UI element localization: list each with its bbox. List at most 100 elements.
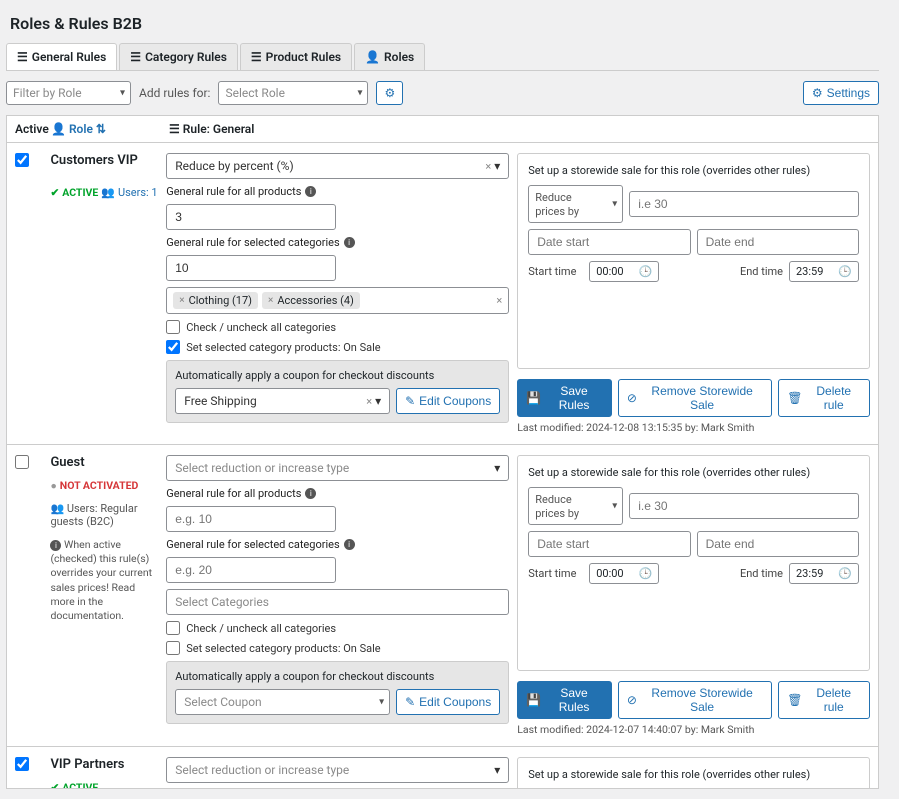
time-value: 00:00 (596, 567, 623, 580)
remove-sale-button[interactable]: ⊘Remove Storewide Sale (618, 681, 772, 719)
remove-tag-icon[interactable]: × (268, 295, 273, 306)
check-all-checkbox[interactable] (166, 621, 180, 635)
all-products-input[interactable] (166, 204, 336, 230)
date-end-input[interactable] (697, 229, 859, 255)
user-icon: 👤 (365, 50, 380, 64)
onsale-line[interactable]: Set selected category products: On Sale (166, 641, 509, 655)
save-button[interactable]: 💾Save Rules (517, 681, 612, 719)
edit-coupons-button[interactable]: ✎ Edit Coupons (396, 689, 500, 715)
active-checkbox[interactable] (15, 757, 29, 771)
clock-icon: 🕒 (838, 567, 852, 580)
reduction-type-select[interactable]: Select reduction or increase type ▾ (166, 757, 509, 783)
status-active: ✔ ACTIVE (50, 781, 98, 789)
label-general-all: General rule for all products i (166, 185, 509, 198)
coupon-value: Free Shipping (184, 394, 257, 408)
col-role-header[interactable]: 👤 Role ⇅ (51, 122, 161, 136)
tab-product[interactable]: ☰ Product Rules (240, 43, 352, 70)
active-checkbox[interactable] (15, 455, 29, 469)
chevron-down-icon: ▾ (375, 394, 381, 408)
add-rule-button[interactable]: ⚙ (376, 81, 403, 105)
edit-coupons-button[interactable]: ✎ Edit Coupons (396, 388, 500, 414)
onsale-line[interactable]: Set selected category products: On Sale (166, 340, 509, 354)
users-sub-label: Users: Regular guests (B2C) (50, 502, 137, 528)
categories-field[interactable]: ×Clothing (17) ×Accessories (4) × (166, 287, 509, 314)
onsale-label: Set selected category products: On Sale (186, 341, 380, 354)
clear-icon[interactable]: × (496, 294, 502, 307)
gear-icon: ⚙ (812, 86, 823, 100)
check-all-line[interactable]: Check / uncheck all categories (166, 320, 509, 334)
info-icon[interactable]: i (344, 237, 355, 248)
check-circle-icon: ✔ (50, 186, 59, 199)
coupon-select[interactable]: Free Shipping × ▾ (175, 388, 390, 414)
clear-icon[interactable]: × (366, 395, 372, 408)
amount-input[interactable] (629, 493, 859, 519)
rule-row: Guest ● NOT ACTIVATED 👥 Users: Regular g… (6, 445, 879, 747)
users-label: Users: 1 (118, 186, 158, 199)
label-text: General rule for selected categories (166, 538, 339, 551)
storewide-panel: Set up a storewide sale for this role (o… (517, 757, 870, 789)
reduction-type-select[interactable]: Select reduction or increase type ▾ (166, 455, 509, 481)
onsale-checkbox[interactable] (166, 340, 180, 354)
active-checkbox[interactable] (15, 153, 29, 167)
amount-input[interactable] (629, 191, 859, 217)
reduction-placeholder: Select reduction or increase type (175, 763, 349, 777)
date-start-input[interactable] (528, 229, 690, 255)
check-all-checkbox[interactable] (166, 320, 180, 334)
all-products-input[interactable] (166, 506, 336, 532)
coupon-msg: Automatically apply a coupon for checkou… (175, 369, 500, 382)
side-title: Set up a storewide sale for this role (o… (528, 164, 859, 177)
status-label: ACTIVE (62, 186, 98, 199)
role-name: Guest (50, 455, 158, 470)
clock-icon: 🕒 (639, 265, 653, 278)
reduction-type-select[interactable]: Reduce by percent (%) × ▾ (166, 153, 509, 179)
onsale-label: Set selected category products: On Sale (186, 642, 380, 655)
remove-sale-button[interactable]: ⊘Remove Storewide Sale (618, 379, 772, 417)
role-sort-label: Role (69, 122, 93, 136)
dot-icon: ● (50, 479, 56, 492)
info-icon[interactable]: i (305, 488, 316, 499)
categories-placeholder: Select Categories (175, 595, 269, 609)
start-time-input[interactable]: 00:00 🕒 (589, 261, 659, 282)
onsale-checkbox[interactable] (166, 641, 180, 655)
clear-icon[interactable]: × (485, 160, 491, 173)
delete-rule-button[interactable]: 🗑Delete rule (778, 379, 870, 417)
settings-label: Settings (827, 86, 870, 100)
sel-cat-input[interactable] (166, 255, 336, 281)
rule-row: Customers VIP ✔ ACTIVE 👥 Users: 1 Reduce… (6, 142, 879, 445)
tab-roles[interactable]: 👤 Roles (354, 43, 425, 70)
storewide-panel: Set up a storewide sale for this role (o… (517, 153, 870, 369)
delete-rule-button[interactable]: 🗑Delete rule (778, 681, 870, 719)
sel-cat-input[interactable] (166, 557, 336, 583)
categories-field[interactable]: Select Categories (166, 589, 509, 615)
info-icon[interactable]: i (305, 186, 316, 197)
coupon-select[interactable]: Select Coupon (175, 689, 390, 715)
date-start-input[interactable] (528, 531, 690, 557)
edit-icon: ✎ (405, 695, 415, 709)
check-all-line[interactable]: Check / uncheck all categories (166, 621, 509, 635)
remove-tag-icon[interactable]: × (179, 295, 184, 306)
reduce-by-select[interactable]: Reduce prices by (528, 487, 623, 525)
info-icon[interactable]: i (344, 539, 355, 550)
users-link[interactable]: 👥 Users: 1 (101, 186, 157, 199)
reduction-label: Reduce by percent (%) (175, 159, 293, 173)
time-value: 00:00 (596, 265, 623, 278)
start-time-input[interactable]: 00:00🕒 (589, 563, 659, 584)
tab-label: General Rules (32, 50, 107, 64)
edit-icon: ✎ (405, 394, 415, 408)
date-end-input[interactable] (697, 531, 859, 557)
tab-general[interactable]: ☰ General Rules (6, 43, 117, 70)
save-button[interactable]: 💾Save Rules (517, 379, 612, 417)
menu-icon: ☰ (169, 122, 180, 136)
label-general-all: General rule for all products i (166, 487, 509, 500)
tab-category[interactable]: ☰ Category Rules (119, 43, 238, 70)
select-role-placeholder: Select Role (225, 86, 284, 100)
filter-role-select[interactable]: Filter by Role (6, 81, 131, 105)
delete-label: Delete rule (806, 686, 861, 714)
settings-button[interactable]: ⚙ Settings (803, 81, 879, 105)
label-text: General rule for all products (166, 487, 301, 500)
check-all-label: Check / uncheck all categories (186, 622, 336, 635)
end-time-input[interactable]: 23:59🕒 (789, 563, 859, 584)
reduce-by-select[interactable]: Reduce prices by (528, 185, 623, 223)
select-role-dropdown[interactable]: Select Role (218, 81, 368, 105)
end-time-input[interactable]: 23:59🕒 (789, 261, 859, 282)
